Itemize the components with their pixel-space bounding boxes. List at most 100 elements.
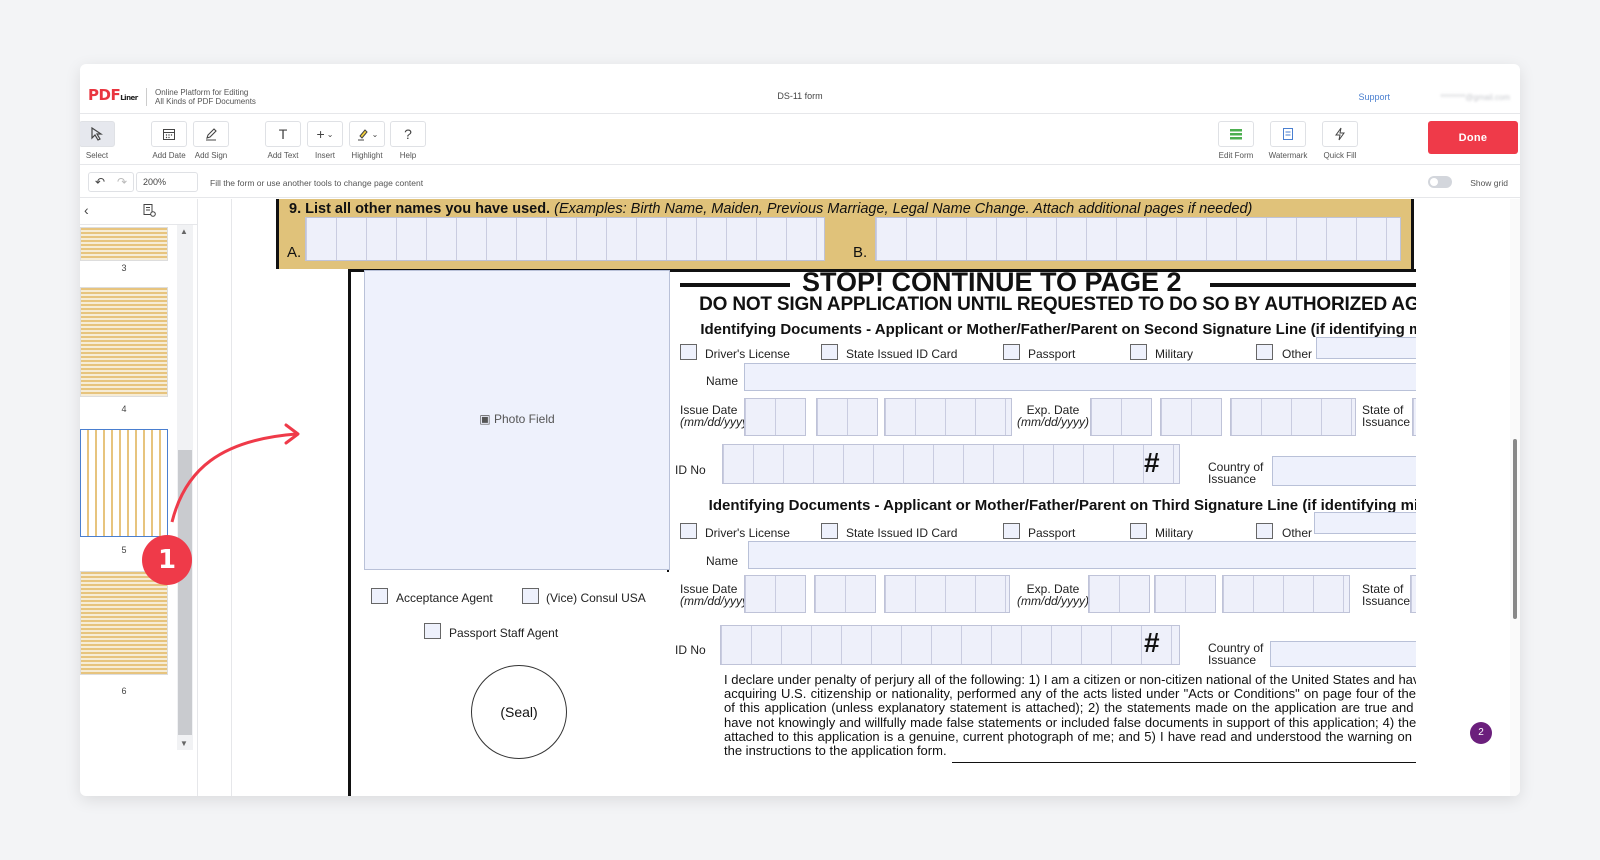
checkbox-passport[interactable] — [1003, 344, 1020, 360]
document-scroll-thumb[interactable] — [1513, 439, 1517, 619]
id-number-field-3[interactable] — [720, 625, 1180, 665]
document-scrollbar[interactable] — [1510, 199, 1520, 796]
other-doc-field-3[interactable] — [1314, 512, 1416, 534]
checkbox-label: Driver's License — [705, 347, 790, 361]
photo-field[interactable]: ▣ Photo Field — [364, 270, 670, 570]
issue-day-field-3[interactable] — [814, 575, 876, 613]
hash-symbol: # — [1144, 627, 1160, 658]
tool-insert[interactable]: + ⌄ Insert — [302, 121, 348, 160]
tool-add-date[interactable]: Add Date — [146, 121, 192, 160]
country-field[interactable] — [1272, 456, 1416, 486]
tool-watermark[interactable]: Watermark — [1265, 121, 1311, 160]
tool-edit-form[interactable]: Edit Form — [1213, 121, 1259, 160]
issue-date-label: Issue Date (mm/dd/yyyy) — [680, 403, 752, 429]
state-field[interactable] — [1412, 398, 1416, 436]
lightning-icon — [1322, 121, 1358, 147]
checkbox-label: Driver's License — [705, 526, 790, 540]
section-border — [348, 269, 351, 796]
exp-month-field[interactable] — [1090, 398, 1152, 436]
page-controls-bar: ↶ ↷ 200% Fill the form or use another to… — [80, 166, 1520, 198]
document-page: 9. List all other names you have used. (… — [276, 199, 1416, 796]
page-counter-badge[interactable]: 2 — [1470, 722, 1492, 744]
form-icon — [1218, 121, 1254, 147]
checkbox-drivers-license-3[interactable] — [680, 523, 697, 539]
other-name-a-field[interactable] — [305, 217, 825, 261]
history-controls: ↶ ↷ — [88, 172, 134, 192]
sidebar-scrollbar[interactable]: ▲ ▼ — [177, 225, 193, 750]
user-email[interactable]: ********@gmail.com — [1441, 93, 1510, 102]
checkbox-label: Military — [1155, 526, 1193, 540]
exp-date-label: Exp. Date (mm/dd/yyyy) — [1017, 582, 1089, 608]
thumbnail-page-5[interactable] — [80, 429, 168, 537]
country-issuance-label: Country of Issuance — [1208, 460, 1264, 486]
issue-year-field[interactable] — [884, 398, 1012, 436]
thumbnail-page-6[interactable] — [80, 571, 168, 675]
tool-add-sign[interactable]: Add Sign — [188, 121, 234, 160]
text-icon: T — [265, 121, 301, 147]
undo-icon[interactable]: ↶ — [89, 173, 111, 191]
redo-icon[interactable]: ↷ — [111, 173, 133, 191]
thumbnail-page-4[interactable] — [80, 287, 168, 397]
checkbox-label: State Issued ID Card — [846, 347, 958, 361]
checkbox-label: Passport — [1028, 526, 1076, 540]
chevron-left-icon[interactable]: ‹ — [84, 202, 89, 218]
issue-month-field[interactable] — [744, 398, 806, 436]
id-number-field[interactable] — [722, 444, 1180, 484]
checkbox-label: Other — [1282, 526, 1313, 540]
scroll-down-icon[interactable]: ▼ — [180, 739, 188, 748]
name-field-3[interactable] — [748, 541, 1416, 569]
checkbox-state-id-3[interactable] — [821, 523, 838, 539]
checkbox-passport-3[interactable] — [1003, 523, 1020, 539]
tool-add-text[interactable]: T Add Text — [260, 121, 306, 160]
show-grid-label: Show grid — [1470, 178, 1508, 188]
checkbox-other[interactable] — [1256, 344, 1273, 360]
sidebar-gutter — [198, 199, 232, 796]
exp-year-field-3[interactable] — [1222, 575, 1350, 613]
done-button[interactable]: Done — [1428, 121, 1518, 154]
issue-month-field-3[interactable] — [744, 575, 806, 613]
issue-day-field[interactable] — [816, 398, 878, 436]
tool-highlight[interactable]: ⌄ Highlight — [344, 121, 390, 160]
checkbox-passport-staff[interactable] — [424, 623, 441, 639]
chevron-down-icon: ⌄ — [371, 129, 379, 139]
checkbox-drivers-license[interactable] — [680, 344, 697, 360]
show-grid-toggle[interactable] — [1428, 176, 1452, 188]
support-link[interactable]: Support — [1358, 92, 1390, 102]
question-9-section: 9. List all other names you have used. (… — [276, 199, 1414, 269]
checkbox-state-id[interactable] — [821, 344, 838, 360]
issue-year-field-3[interactable] — [884, 575, 1010, 613]
sidebar-scroll-thumb[interactable] — [178, 450, 192, 735]
exp-month-field-3[interactable] — [1088, 575, 1150, 613]
exp-day-field[interactable] — [1160, 398, 1222, 436]
app-header: PDFLiner Online Platform for Editing All… — [80, 64, 1520, 114]
id-docs-heading-second: Identifying Documents - Applicant or Mot… — [700, 321, 1416, 338]
state-issuance-label: State of Issuance — [1362, 582, 1411, 608]
other-doc-field[interactable] — [1316, 337, 1416, 359]
scroll-up-icon[interactable]: ▲ — [180, 227, 188, 236]
name-field[interactable] — [744, 363, 1416, 391]
tool-select[interactable]: Select — [80, 121, 120, 160]
pages-icon[interactable] — [142, 203, 156, 220]
tool-quick-fill[interactable]: Quick Fill — [1317, 121, 1363, 160]
other-name-b-field[interactable] — [875, 217, 1401, 261]
checkbox-label: Military — [1155, 347, 1193, 361]
state-field-3[interactable] — [1410, 575, 1416, 613]
image-icon: ▣ — [479, 412, 491, 426]
exp-day-field-3[interactable] — [1154, 575, 1216, 613]
checkbox-label: Other — [1282, 347, 1313, 361]
checkbox-vice-consul[interactable] — [522, 588, 539, 604]
signature-line — [952, 762, 1416, 763]
watermark-icon — [1270, 121, 1306, 147]
checkbox-other-3[interactable] — [1256, 523, 1273, 539]
checkbox-military[interactable] — [1130, 344, 1147, 360]
tool-help[interactable]: ? Help — [385, 121, 431, 160]
toolbar: Select Add Date Add Sign T Add Text + ⌄ I… — [80, 115, 1520, 165]
country-field-3[interactable] — [1270, 641, 1416, 667]
thumbnail-page-3[interactable] — [80, 227, 168, 261]
label-a: A. — [287, 244, 302, 261]
checkbox-military-3[interactable] — [1130, 523, 1147, 539]
exp-year-field[interactable] — [1230, 398, 1356, 436]
zoom-input[interactable]: 200% — [136, 172, 198, 192]
id-docs-heading-third: Identifying Documents - Applicant or Mot… — [708, 497, 1416, 514]
checkbox-acceptance-agent[interactable] — [371, 588, 388, 604]
